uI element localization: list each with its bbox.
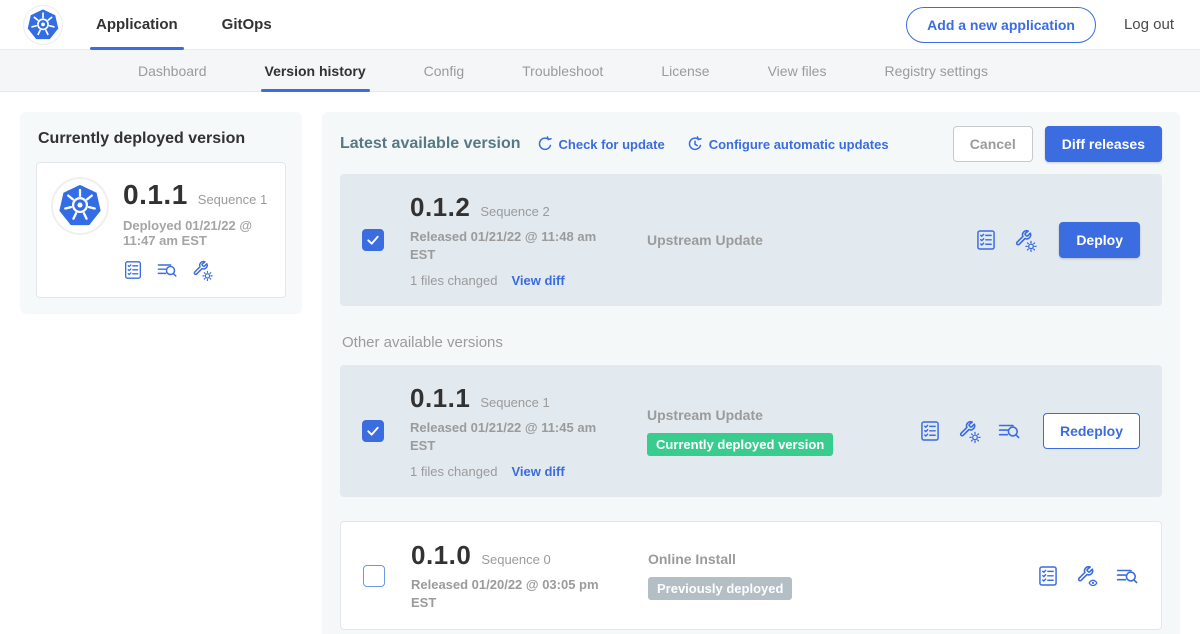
version-number: 0.1.0 (411, 540, 471, 571)
version-checkbox[interactable] (362, 229, 384, 251)
top-tab-application[interactable]: Application (96, 0, 178, 50)
tab-version-history[interactable]: Version history (265, 50, 366, 92)
deployed-version-number: 0.1.1 (123, 179, 188, 211)
previously-deployed-badge: Previously deployed (648, 577, 792, 600)
tab-dashboard[interactable]: Dashboard (138, 50, 207, 92)
clock-refresh-icon (687, 136, 703, 152)
version-row-0-1-1: 0.1.1 Sequence 1 Released 01/21/22 @ 11:… (340, 365, 1162, 497)
sequence-label: Sequence 2 (480, 204, 549, 219)
kubernetes-logo (24, 6, 62, 44)
version-row-0-1-0: 0.1.0 Sequence 0 Released 01/20/22 @ 03:… (340, 521, 1162, 630)
deployed-timestamp: Deployed 01/21/22 @ 11:47 am EST (123, 218, 269, 248)
deploy-logs-icon[interactable] (1115, 565, 1139, 587)
sequence-label: Sequence 0 (481, 552, 550, 567)
preflight-checklist-icon[interactable] (123, 260, 143, 280)
check-for-update-link[interactable]: Check for update (537, 136, 665, 152)
tab-license[interactable]: License (661, 50, 709, 92)
currently-deployed-panel: Currently deployed version 0.1.1 Sequenc… (20, 112, 302, 314)
tab-troubleshoot[interactable]: Troubleshoot (522, 50, 603, 92)
latest-version-title: Latest available version (340, 135, 521, 153)
top-tab-gitops[interactable]: GitOps (222, 0, 272, 50)
released-timestamp: Released 01/20/22 @ 03:05 pm EST (411, 576, 601, 611)
view-diff-link[interactable]: View diff (511, 273, 564, 288)
other-versions-label: Other available versions (342, 334, 1162, 351)
app-sub-nav: Dashboard Version history Config Trouble… (0, 50, 1200, 92)
top-nav: Application GitOps Add a new application… (0, 0, 1200, 50)
version-history-panel: Latest available version Check for updat… (322, 112, 1180, 634)
config-wrench-gear-icon[interactable] (1013, 228, 1037, 252)
version-checkbox[interactable] (363, 565, 385, 587)
released-timestamp: Released 01/21/22 @ 11:48 am EST (410, 228, 600, 263)
version-row-0-1-2: 0.1.2 Sequence 2 Released 01/21/22 @ 11:… (340, 174, 1162, 306)
files-changed-label: 1 files changed (410, 273, 497, 288)
currently-deployed-title: Currently deployed version (38, 130, 286, 148)
deployed-version-card: 0.1.1 Sequence 1 Deployed 01/21/22 @ 11:… (36, 162, 286, 298)
logout-button[interactable]: Log out (1124, 16, 1174, 33)
tab-registry-settings[interactable]: Registry settings (884, 50, 987, 92)
check-for-update-label: Check for update (559, 137, 665, 152)
preflight-checklist-icon[interactable] (1037, 565, 1059, 587)
preflight-checklist-icon[interactable] (975, 229, 997, 251)
version-number: 0.1.1 (410, 383, 470, 414)
view-diff-link[interactable]: View diff (511, 464, 564, 479)
version-checkbox[interactable] (362, 420, 384, 442)
tab-config[interactable]: Config (424, 50, 464, 92)
tab-view-files[interactable]: View files (768, 50, 827, 92)
deploy-logs-icon[interactable] (156, 260, 178, 280)
version-number: 0.1.2 (410, 192, 470, 223)
deploy-button[interactable]: Deploy (1059, 222, 1140, 258)
config-wrench-gear-icon[interactable] (191, 259, 213, 281)
preflight-checklist-icon[interactable] (919, 420, 941, 442)
redeploy-button[interactable]: Redeploy (1043, 413, 1140, 449)
files-changed-label: 1 files changed (410, 464, 497, 479)
sequence-label: Sequence 1 (480, 395, 549, 410)
configure-updates-link[interactable]: Configure automatic updates (687, 136, 889, 152)
currently-deployed-badge: Currently deployed version (647, 433, 833, 456)
cancel-button[interactable]: Cancel (953, 126, 1033, 162)
app-icon (53, 179, 107, 233)
config-wrench-eye-icon[interactable] (1075, 564, 1099, 588)
deployed-sequence-label: Sequence 1 (198, 192, 267, 207)
add-application-button[interactable]: Add a new application (906, 7, 1096, 43)
diff-releases-button[interactable]: Diff releases (1045, 126, 1162, 162)
deploy-logs-icon[interactable] (997, 420, 1021, 442)
configure-updates-label: Configure automatic updates (709, 137, 889, 152)
version-source-label: Upstream Update (647, 407, 919, 423)
version-source-label: Online Install (648, 551, 920, 567)
refresh-icon (537, 136, 553, 152)
released-timestamp: Released 01/21/22 @ 11:45 am EST (410, 419, 600, 454)
version-source-label: Upstream Update (647, 232, 919, 248)
config-wrench-gear-icon[interactable] (957, 419, 981, 443)
